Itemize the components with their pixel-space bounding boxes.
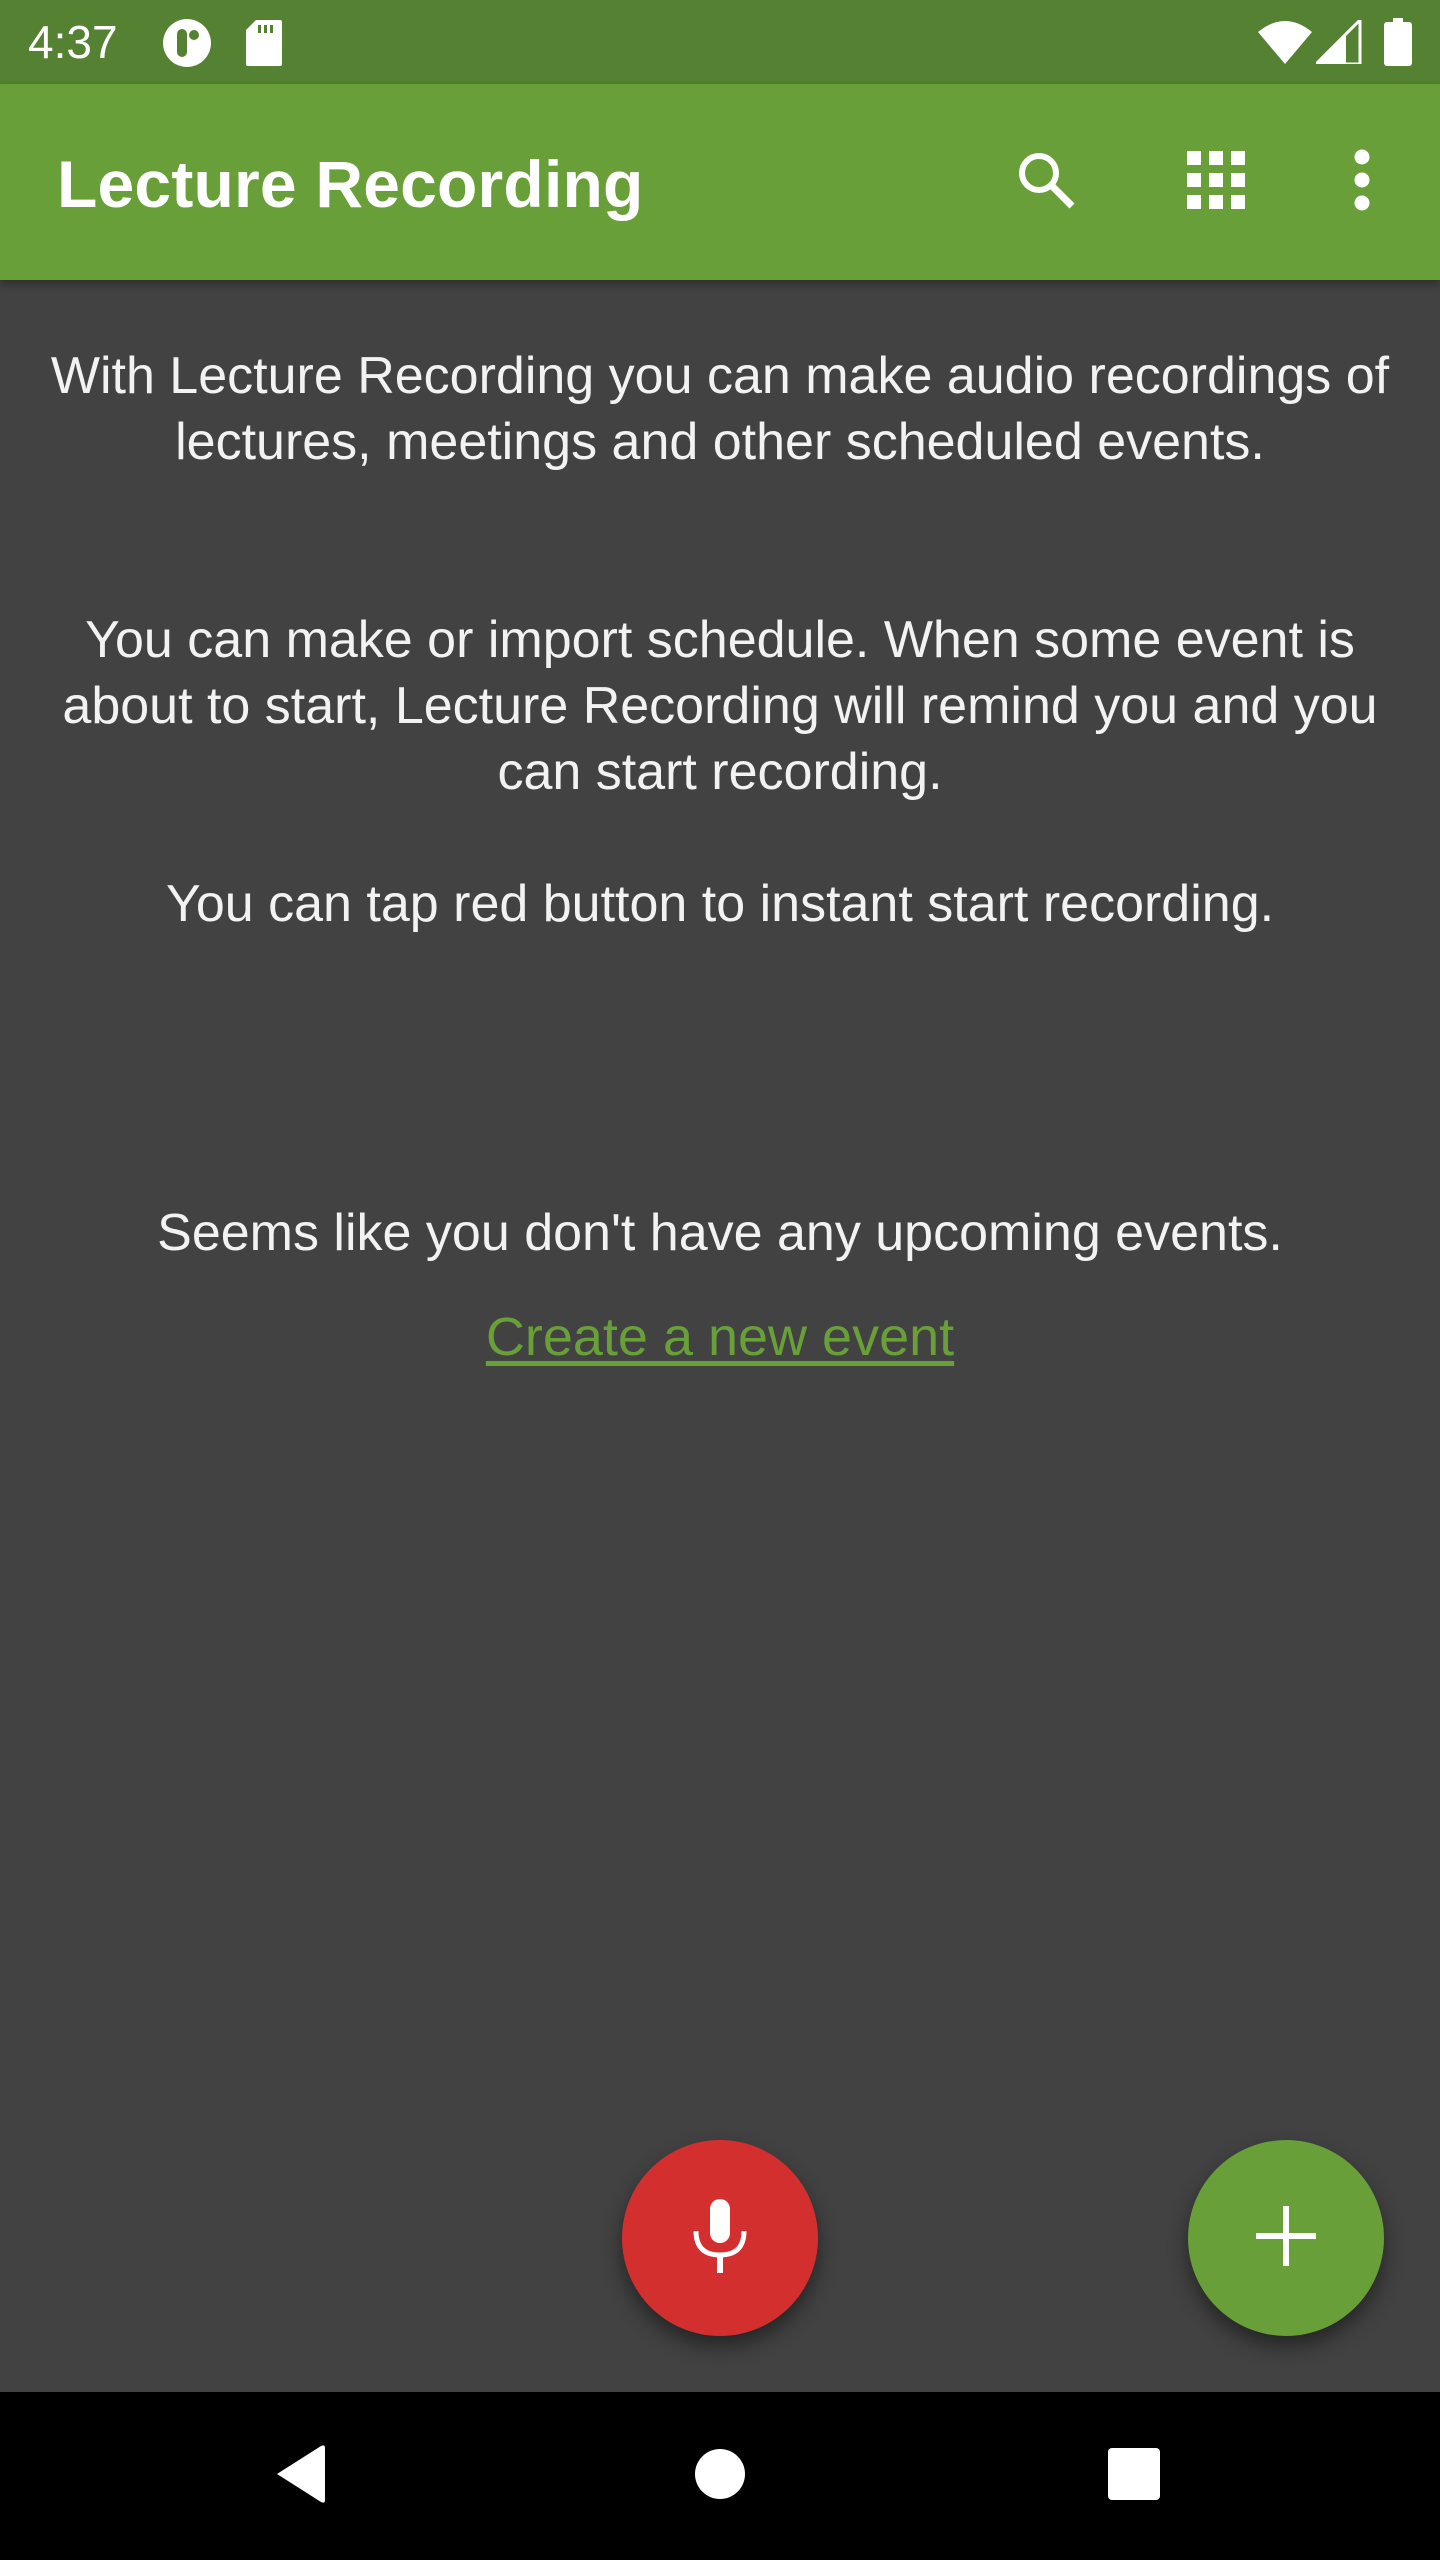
intro-paragraph-3: You can tap red button to instant start …	[165, 875, 1275, 933]
app-bar: Lecture Recording	[0, 84, 1440, 280]
battery-icon	[1384, 18, 1412, 71]
create-event-link-row: Create a new event	[0, 1304, 1440, 1370]
add-event-button[interactable]	[1188, 2140, 1384, 2336]
status-bar: 4:37	[0, 0, 1440, 84]
home-icon	[694, 2448, 746, 2505]
search-button[interactable]	[998, 134, 1094, 230]
back-icon	[275, 2444, 325, 2509]
sd-card-icon	[246, 20, 282, 71]
intro-paragraph-2: You can make or import schedule. When so…	[62, 611, 1378, 801]
search-icon	[1014, 148, 1078, 217]
apps-grid-button[interactable]	[1168, 134, 1264, 230]
empty-state-message: Seems like you don't have any upcoming e…	[157, 1204, 1283, 1262]
microphone-icon	[690, 2198, 750, 2278]
status-time: 4:37	[28, 16, 118, 68]
plus-icon	[1256, 2205, 1316, 2271]
more-vert-icon	[1352, 149, 1372, 216]
intro-paragraph-1: With Lecture Recording you can make audi…	[50, 347, 1390, 471]
grid-icon	[1187, 150, 1245, 214]
home-button[interactable]	[670, 2426, 770, 2526]
recents-icon	[1108, 2447, 1160, 2505]
notification-app-icon	[162, 18, 212, 73]
wifi-icon	[1258, 18, 1312, 69]
overflow-menu-button[interactable]	[1314, 134, 1410, 230]
app-title: Lecture Recording	[57, 147, 644, 221]
recents-button[interactable]	[1084, 2426, 1184, 2526]
back-button[interactable]	[250, 2426, 350, 2526]
create-event-link[interactable]: Create a new event	[486, 1307, 954, 1367]
navigation-bar	[0, 2392, 1440, 2560]
record-button[interactable]	[622, 2140, 818, 2336]
cell-signal-icon	[1312, 16, 1362, 69]
